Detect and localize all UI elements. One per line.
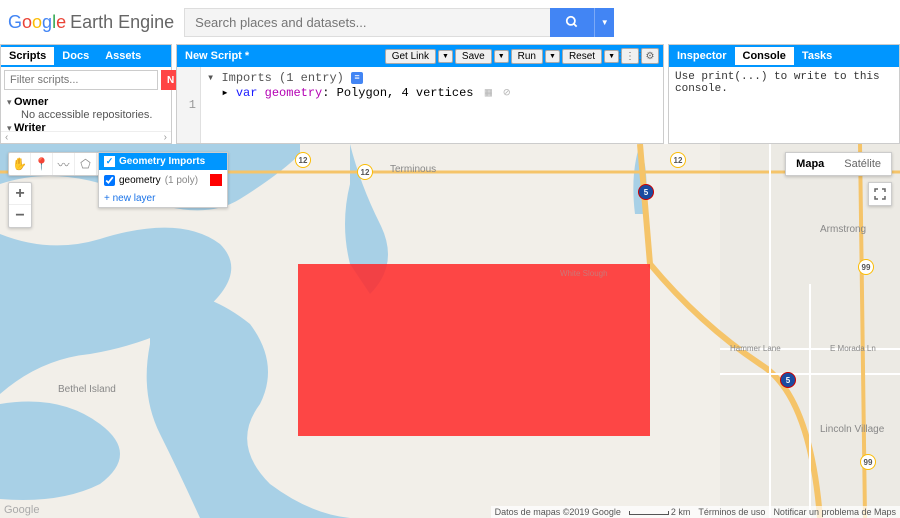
getlink-dropdown[interactable]: ▼: [438, 50, 453, 63]
tree-owner[interactable]: Owner: [7, 95, 165, 109]
zoom-out-button[interactable]: −: [9, 205, 31, 227]
search-button[interactable]: [550, 8, 594, 37]
shield-hwy12-b: 12: [357, 164, 373, 180]
tab-docs[interactable]: Docs: [54, 47, 97, 65]
tab-console[interactable]: Console: [735, 47, 794, 65]
shield-i5-b: 5: [780, 372, 796, 388]
imports-badge-icon[interactable]: ≡: [351, 72, 363, 84]
ee-logo-text: Earth Engine: [70, 12, 174, 33]
map-attribution: Datos de mapas ©2019 Google: [495, 507, 621, 517]
shield-hwy99: 99: [858, 259, 874, 275]
console-output: Use print(...) to write to this console.: [669, 67, 899, 99]
marker-tool-icon[interactable]: 📍: [31, 153, 53, 175]
maptype-map[interactable]: Mapa: [786, 153, 834, 175]
google-logo: Google: [8, 12, 66, 33]
check-icon: ✓: [104, 156, 115, 167]
editor-panel: New Script * Get Link ▼ Save ▼ Run ▼ Res…: [176, 44, 664, 144]
layer-swatch[interactable]: [210, 174, 222, 186]
scroll-right-icon[interactable]: ›: [164, 132, 167, 143]
google-watermark: Google: [4, 504, 39, 516]
search-bar: ▼: [184, 8, 614, 37]
pan-tool-icon[interactable]: ✋: [9, 153, 31, 175]
map-report-link[interactable]: Notificar un problema de Maps: [773, 507, 896, 517]
right-tabs: Inspector Console Tasks: [669, 45, 899, 67]
imports-header[interactable]: ▾ Imports (1 entry) ≡: [207, 70, 657, 85]
map-terms-link[interactable]: Términos de uso: [698, 507, 765, 517]
run-dropdown[interactable]: ▼: [545, 50, 560, 63]
left-tabs: Scripts Docs Assets: [1, 45, 171, 67]
scalebar-icon: [629, 511, 669, 515]
layer-count: (1 poly): [165, 175, 198, 186]
label-terminous: Terminous: [390, 164, 436, 175]
reset-button[interactable]: Reset: [562, 49, 602, 64]
maptype-satellite[interactable]: Satélite: [834, 153, 891, 175]
header: Google Earth Engine ▼: [0, 0, 900, 44]
label-hammer: Hammer Lane: [730, 344, 781, 353]
shield-i5: 5: [638, 184, 654, 200]
geometry-layer-row[interactable]: geometry (1 poly): [99, 170, 227, 190]
geometry-imports-header[interactable]: ✓ Geometry Imports: [99, 153, 227, 170]
polygon-tool-icon[interactable]: ⬠: [75, 153, 97, 175]
shield-hwy12-c: 12: [670, 152, 686, 168]
scroll-left-icon[interactable]: ‹: [5, 132, 8, 143]
label-morada: E Morada Ln: [830, 344, 876, 353]
import-geometry-line[interactable]: ▸ var geometry: Polygon, 4 vertices ▦ ⊘: [207, 85, 657, 100]
geometry-imports-panel: ✓ Geometry Imports geometry (1 poly) + n…: [98, 152, 228, 208]
map-scale: 2 km: [671, 507, 691, 517]
scripts-panel: Scripts Docs Assets N Owner No accessibl…: [0, 44, 172, 144]
tab-scripts[interactable]: Scripts: [1, 47, 54, 65]
fullscreen-button[interactable]: [868, 182, 892, 206]
label-white-slough: White Slough: [560, 269, 608, 278]
search-input[interactable]: [184, 8, 550, 37]
getlink-button[interactable]: Get Link: [385, 49, 436, 64]
apps-icon[interactable]: ⋮⋮⋮: [621, 48, 639, 64]
label-armstrong: Armstrong: [820, 224, 866, 235]
console-panel: Inspector Console Tasks Use print(...) t…: [668, 44, 900, 144]
import-edit-icon[interactable]: ▦: [485, 86, 492, 100]
map[interactable]: Terminous Bethel Island Armstrong Hammer…: [0, 144, 900, 518]
search-icon: [565, 15, 579, 29]
gear-icon[interactable]: ⚙: [641, 48, 659, 64]
layer-name: geometry: [119, 175, 161, 186]
search-dropdown[interactable]: ▼: [594, 8, 614, 37]
geometry-polygon[interactable]: [298, 264, 650, 436]
fullscreen-icon: [874, 188, 886, 200]
tab-inspector[interactable]: Inspector: [669, 47, 735, 65]
filter-scripts-input[interactable]: [4, 70, 158, 90]
editor-toolbar: New Script * Get Link ▼ Save ▼ Run ▼ Res…: [177, 45, 663, 67]
line-tool-icon[interactable]: 〰: [53, 153, 75, 175]
zoom-in-button[interactable]: +: [9, 183, 31, 205]
tab-tasks[interactable]: Tasks: [794, 47, 840, 65]
label-lincoln: Lincoln Village: [820, 424, 884, 435]
maptype-control: Mapa Satélite: [785, 152, 892, 176]
shield-hwy99-b: 99: [860, 454, 876, 470]
script-title: New Script *: [177, 50, 381, 62]
layer-checkbox[interactable]: [104, 175, 115, 186]
scroll-row: ‹›: [1, 131, 171, 143]
tab-assets[interactable]: Assets: [97, 47, 149, 65]
map-footer: Datos de mapas ©2019 Google 2 km Término…: [491, 506, 900, 518]
new-layer-link[interactable]: + new layer: [104, 193, 155, 204]
tree-writer[interactable]: Writer: [7, 121, 165, 131]
run-button[interactable]: Run: [511, 49, 543, 64]
label-bethel: Bethel Island: [58, 384, 116, 395]
logo: Google Earth Engine: [8, 12, 174, 33]
line-gutter: 1: [177, 67, 201, 143]
code-editor[interactable]: 1 ▾ Imports (1 entry) ≡ ▸ var geometry: …: [177, 67, 663, 143]
shield-hwy12: 12: [295, 152, 311, 168]
save-button[interactable]: Save: [455, 49, 492, 64]
main-panels: Scripts Docs Assets N Owner No accessibl…: [0, 44, 900, 144]
save-dropdown[interactable]: ▼: [494, 50, 509, 63]
zoom-control: + −: [8, 182, 32, 228]
tree-owner-empty: No accessible repositories.: [7, 109, 165, 121]
import-delete-icon[interactable]: ⊘: [503, 86, 510, 100]
script-tree: Owner No accessible repositories. Writer…: [1, 93, 171, 131]
